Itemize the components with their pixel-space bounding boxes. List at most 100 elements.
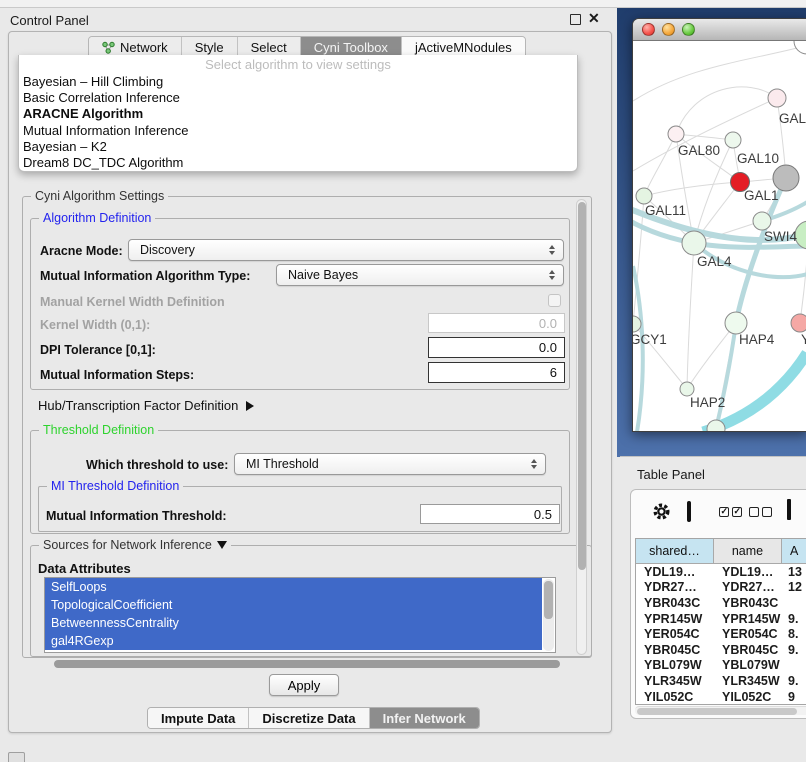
table-row[interactable]: YDR27…YDR27…12 <box>636 580 806 596</box>
network-icon <box>102 41 115 54</box>
algorithm-option[interactable]: Basic Correlation Inference <box>19 90 577 106</box>
algorithm-dropdown-placeholder: Select algorithm to view settings <box>19 56 577 74</box>
which-threshold-select[interactable]: MI Threshold <box>234 453 546 475</box>
kernel-width-input[interactable]: 0.0 <box>428 313 565 333</box>
settings-horizontal-scrollbar[interactable] <box>26 660 586 669</box>
mi-steps-value: 6 <box>550 365 557 380</box>
table-row[interactable]: YBR043CYBR043C <box>636 595 806 611</box>
column-header-name[interactable]: name <box>714 539 782 564</box>
attribute-item-selected[interactable]: TopologicalCoefficient <box>45 596 542 614</box>
algorithm-option[interactable]: Bayesian – K2 <box>19 139 577 155</box>
aracne-mode-label: Aracne Mode: <box>40 244 123 258</box>
attribute-item-selected[interactable]: SelfLoops <box>45 578 542 596</box>
stepper-icon <box>549 270 555 280</box>
attributes-scrollbar[interactable] <box>543 579 554 651</box>
node-hap2[interactable] <box>680 382 694 396</box>
settings-vertical-scrollbar[interactable] <box>576 199 587 655</box>
expand-right-icon <box>246 401 254 411</box>
mi-threshold-definition-legend: MI Threshold Definition <box>47 479 183 493</box>
algorithm-option[interactable]: Bayesian – Hill Climbing <box>19 74 577 90</box>
node-gal11[interactable] <box>636 188 652 204</box>
minimized-panel-button[interactable] <box>8 752 25 762</box>
node-label: GAL <box>779 111 806 126</box>
attribute-item-selected[interactable]: gal4RGexp <box>45 632 542 650</box>
node-gal4[interactable] <box>682 231 706 255</box>
aracne-mode-value: Discovery <box>140 243 195 257</box>
table-horizontal-scrollbar[interactable] <box>635 706 806 715</box>
table-row[interactable]: YBL079WYBL079W <box>636 658 806 674</box>
node-hap4[interactable] <box>725 312 747 334</box>
data-attributes-list: SelfLoops TopologicalCoefficient Between… <box>44 577 556 653</box>
apply-button[interactable]: Apply <box>269 674 339 696</box>
control-panel-title: Control Panel <box>10 13 89 28</box>
manual-kernel-width-checkbox[interactable] <box>548 294 561 307</box>
sources-legend[interactable]: Sources for Network Inference <box>39 538 231 552</box>
node-y[interactable] <box>791 314 806 332</box>
network-canvas[interactable]: GAL GAL80 GAL10 GAL1 GAL11 SWI4 GAL4 GCY… <box>633 41 806 432</box>
table-row[interactable]: YPR145WYPR145W9. <box>636 611 806 627</box>
minimize-window-button[interactable] <box>662 23 675 36</box>
dpi-tolerance-label: DPI Tolerance [0,1]: <box>40 343 156 357</box>
node-unlabeled[interactable] <box>794 41 806 54</box>
table-row[interactable]: YLR345WYLR345W9. <box>636 673 806 689</box>
threshold-definition-legend: Threshold Definition <box>39 423 158 437</box>
table-toolbar <box>631 490 806 534</box>
node-gal10[interactable] <box>725 132 741 148</box>
float-panel-icon[interactable] <box>570 14 581 25</box>
kernel-width-value: 0.0 <box>539 316 557 331</box>
table-rows: YDL19…YDL19…13 YDR27…YDR27…12 YBR043CYBR… <box>636 564 806 704</box>
table-panel-header: Table Panel <box>620 456 806 490</box>
cyni-bottom-tabs: Impute Data Discretize Data Infer Networ… <box>147 707 480 729</box>
node-gal-top[interactable] <box>768 89 786 107</box>
close-panel-icon[interactable]: ✕ <box>588 12 600 24</box>
node-label: GAL1 <box>744 188 779 203</box>
table-row[interactable]: YIL052CYIL052C9 <box>636 689 806 704</box>
column-header-partial[interactable]: A <box>782 539 806 564</box>
split-columns-icon[interactable] <box>687 501 691 522</box>
table-row[interactable]: YBR045CYBR045C9. <box>636 642 806 658</box>
mi-algorithm-type-select[interactable]: Naive Bayes <box>276 264 564 286</box>
mi-steps-input[interactable]: 6 <box>428 362 565 383</box>
aracne-mode-select[interactable]: Discovery <box>128 239 564 261</box>
apply-button-label: Apply <box>288 678 321 693</box>
node-label: HAP2 <box>690 395 725 410</box>
mi-algorithm-type-value: Naive Bayes <box>288 268 358 282</box>
hub-definition-toggle[interactable]: Hub/Transcription Factor Definition <box>38 398 254 413</box>
tab-discretize-data[interactable]: Discretize Data <box>249 708 369 728</box>
attribute-item-selected[interactable]: BetweennessCentrality <box>45 614 542 632</box>
node-gal80[interactable] <box>668 126 684 142</box>
cyni-settings-legend: Cyni Algorithm Settings <box>31 189 168 203</box>
tab-impute-data-label: Impute Data <box>161 711 235 726</box>
network-view-window: GAL GAL80 GAL10 GAL1 GAL11 SWI4 GAL4 GCY… <box>632 18 806 432</box>
column-header-shared-name[interactable]: shared… <box>636 539 714 564</box>
dpi-tolerance-input[interactable]: 0.0 <box>428 337 565 358</box>
node-table: shared… name A YDL19…YDL19…13 YDR27…YDR2… <box>635 538 806 705</box>
data-attributes-label: Data Attributes <box>38 561 131 576</box>
algorithm-option[interactable]: Dream8 DC_TDC Algorithm <box>19 155 577 171</box>
table-header-row: shared… name A <box>636 539 806 564</box>
collapse-down-icon <box>217 541 227 549</box>
algorithm-option-selected[interactable]: ARACNE Algorithm <box>19 106 577 122</box>
algorithm-definition-legend: Algorithm Definition <box>39 211 155 225</box>
node-label: Y <box>801 332 806 347</box>
hub-definition-label: Hub/Transcription Factor Definition <box>38 398 238 413</box>
algorithm-dropdown-list: Select algorithm to view settings Bayesi… <box>18 55 578 172</box>
close-window-button[interactable] <box>642 23 655 36</box>
table-row[interactable]: YDL19…YDL19…13 <box>636 564 806 580</box>
node-swi4[interactable] <box>753 212 771 230</box>
document-icon[interactable] <box>787 499 791 520</box>
zoom-window-button[interactable] <box>682 23 695 36</box>
sources-legend-label: Sources for Network Inference <box>43 538 212 552</box>
mi-threshold-input[interactable]: 0.5 <box>420 504 560 524</box>
tab-impute-data[interactable]: Impute Data <box>148 708 249 728</box>
gear-icon[interactable] <box>651 501 672 522</box>
node-label: SWI4 <box>764 229 797 244</box>
algorithm-option[interactable]: Mutual Information Inference <box>19 123 577 139</box>
tab-infer-network[interactable]: Infer Network <box>370 708 479 728</box>
deselect-all-checkboxes-icon[interactable] <box>749 507 772 517</box>
select-all-checkboxes-icon[interactable] <box>719 507 742 517</box>
node-label: GAL10 <box>737 151 779 166</box>
stepper-icon <box>549 245 555 255</box>
table-row[interactable]: YER054CYER054C8. <box>636 626 806 642</box>
dpi-tolerance-value: 0.0 <box>539 340 557 355</box>
